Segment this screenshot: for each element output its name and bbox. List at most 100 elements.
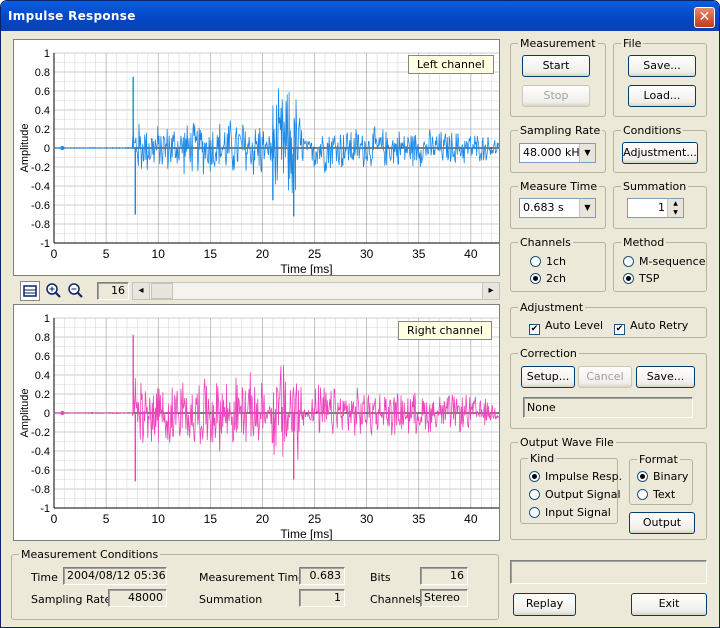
origin-marker: [60, 146, 65, 150]
file-group-title: File: [621, 37, 644, 50]
kind-input-radio[interactable]: Input Signal: [529, 506, 611, 520]
channels-label: Channels: [370, 593, 421, 606]
spin-arrows-icon[interactable]: ▲ ▼: [667, 199, 683, 217]
y-axis-label: Amplitude: [19, 389, 31, 438]
measurement-conditions-group: Measurement Conditions: [11, 548, 499, 620]
kind-output-radio[interactable]: Output Signal: [529, 488, 621, 502]
channels-value: Stereo: [420, 589, 468, 607]
radio-icon: [530, 256, 541, 267]
auto-retry-checkbox[interactable]: ✔ Auto Retry: [614, 319, 688, 335]
kind-impulse-radio[interactable]: Impulse Resp.: [529, 470, 622, 484]
x-tick-label: 40: [464, 247, 478, 261]
output-wave-file-title: Output Wave File: [518, 436, 616, 449]
method-msequence-radio[interactable]: M-sequence: [623, 255, 705, 269]
x-tick-label: 40: [464, 512, 478, 526]
channels-1ch-label: 1ch: [546, 255, 567, 268]
measure-time-selected: 0.683 s: [523, 201, 564, 214]
x-tick-label: 10: [152, 512, 166, 526]
x-tick-label: 15: [204, 247, 218, 261]
scroll-thumb[interactable]: [151, 283, 173, 299]
channels-2ch-label: 2ch: [546, 272, 567, 285]
output-button[interactable]: Output: [629, 512, 695, 534]
y-tick-label: 0.4: [35, 105, 50, 117]
impulse-response-window: Impulse Response ✕ 1 0.8 0.6 0.4 0.2 0 -0.2 -0.…: [0, 0, 720, 628]
measurement-time-label: Measurement Time: [199, 571, 305, 584]
file-load-button[interactable]: Load...: [628, 85, 696, 107]
start-button[interactable]: Start: [522, 55, 590, 77]
x-tick-label: 20: [256, 247, 270, 261]
y-tick-label: 0.6: [35, 351, 50, 363]
horizontal-scrollbar[interactable]: ◂ ▸: [132, 282, 500, 300]
y-tick-label: -0.2: [31, 162, 50, 174]
sampling-rate-value: 48000: [108, 589, 167, 607]
scroll-right-arrow[interactable]: ▸: [482, 283, 499, 299]
radio-icon: [623, 256, 634, 267]
scroll-left-arrow[interactable]: ◂: [133, 283, 150, 299]
stop-button[interactable]: Stop: [522, 85, 590, 107]
time-value: 2004/08/12 05:36:0:: [63, 567, 167, 585]
channels-2ch-radio[interactable]: 2ch: [530, 272, 566, 286]
summation-stepper[interactable]: 1 ▲ ▼: [627, 198, 684, 218]
measure-time-select[interactable]: 0.683 s ▼: [519, 198, 596, 218]
x-tick-label: 35: [412, 512, 426, 526]
radio-selected-icon: [637, 471, 648, 482]
left-channel-label: Left channel: [408, 55, 494, 74]
window-title: Impulse Response: [8, 9, 136, 23]
format-text-label: Text: [653, 488, 676, 501]
y-tick-label: -0.8: [31, 219, 50, 231]
y-tick-label: -0.6: [31, 465, 50, 477]
y-tick-label: -1: [40, 238, 50, 250]
y-tick-label: -0.8: [31, 484, 50, 496]
method-tsp-radio[interactable]: TSP: [623, 272, 659, 286]
y-tick-label: -0.6: [31, 200, 50, 212]
correction-value: None: [523, 397, 693, 418]
measurement-time-value: 0.683: [299, 567, 345, 585]
left-channel-chart: 10.80.60.40.20-0.2-0.4-0.6-0.8-10 5 10 15 20…: [19, 48, 499, 275]
y-tick-label: 0: [44, 408, 50, 420]
time-label: Time: [31, 571, 58, 584]
correction-setup-button[interactable]: Setup...: [521, 366, 575, 388]
y-axis-label: Amplitude: [19, 124, 31, 173]
format-binary-radio[interactable]: Binary: [637, 470, 688, 484]
x-tick-label: 0: [51, 512, 58, 526]
title-bar[interactable]: Impulse Response ✕: [1, 1, 719, 31]
exit-button[interactable]: Exit: [631, 593, 707, 616]
radio-selected-icon: [529, 471, 540, 482]
x-tick-label: 30: [360, 247, 374, 261]
correction-title: Correction: [518, 347, 579, 360]
x-tick-label: 15: [204, 512, 218, 526]
x-tick-label: 30: [360, 512, 374, 526]
zoom-in-icon[interactable]: [43, 281, 63, 301]
replay-button[interactable]: Replay: [513, 593, 576, 616]
channels-1ch-radio[interactable]: 1ch: [530, 255, 566, 269]
method-msequence-label: M-sequence: [639, 255, 706, 268]
kind-impulse-label: Impulse Resp.: [545, 470, 623, 483]
close-button[interactable]: ✕: [694, 7, 715, 28]
file-save-button[interactable]: Save...: [628, 55, 696, 77]
fit-view-icon[interactable]: [20, 281, 40, 301]
radio-selected-icon: [623, 273, 634, 284]
sampling-rate-label: Sampling Rate: [31, 593, 112, 606]
checkmark-icon: ✔: [614, 324, 625, 335]
format-text-radio[interactable]: Text: [637, 488, 675, 502]
bits-value: 16: [420, 567, 468, 585]
chevron-down-icon[interactable]: ▼: [579, 144, 595, 162]
sampling-rate-select[interactable]: 48.000 kHz ▼: [519, 143, 596, 163]
waveform-line: [53, 88, 499, 194]
zoom-value: 16: [97, 282, 129, 300]
correction-cancel-button[interactable]: Cancel: [578, 366, 632, 388]
sampling-rate-title: Sampling Rate: [518, 124, 603, 137]
right-channel-chart: 10.80.60.40.20-0.2-0.4-0.6-0.8-10 5 10 15 20…: [19, 313, 499, 540]
adjustment-button[interactable]: Adjustment...: [622, 142, 698, 164]
y-tick-label: 0.8: [35, 332, 50, 344]
chevron-down-icon[interactable]: ▼: [579, 199, 595, 217]
right-channel-label: Right channel: [398, 321, 492, 340]
zoom-out-icon[interactable]: [65, 281, 85, 301]
radio-icon: [529, 489, 540, 500]
correction-save-button[interactable]: Save...: [636, 366, 695, 388]
auto-level-checkbox[interactable]: ✔ Auto Level: [529, 319, 603, 335]
y-tick-label: -0.4: [31, 446, 50, 458]
x-tick-label: 25: [308, 247, 322, 261]
auto-level-label: Auto Level: [545, 319, 604, 332]
status-bar: [510, 560, 707, 584]
